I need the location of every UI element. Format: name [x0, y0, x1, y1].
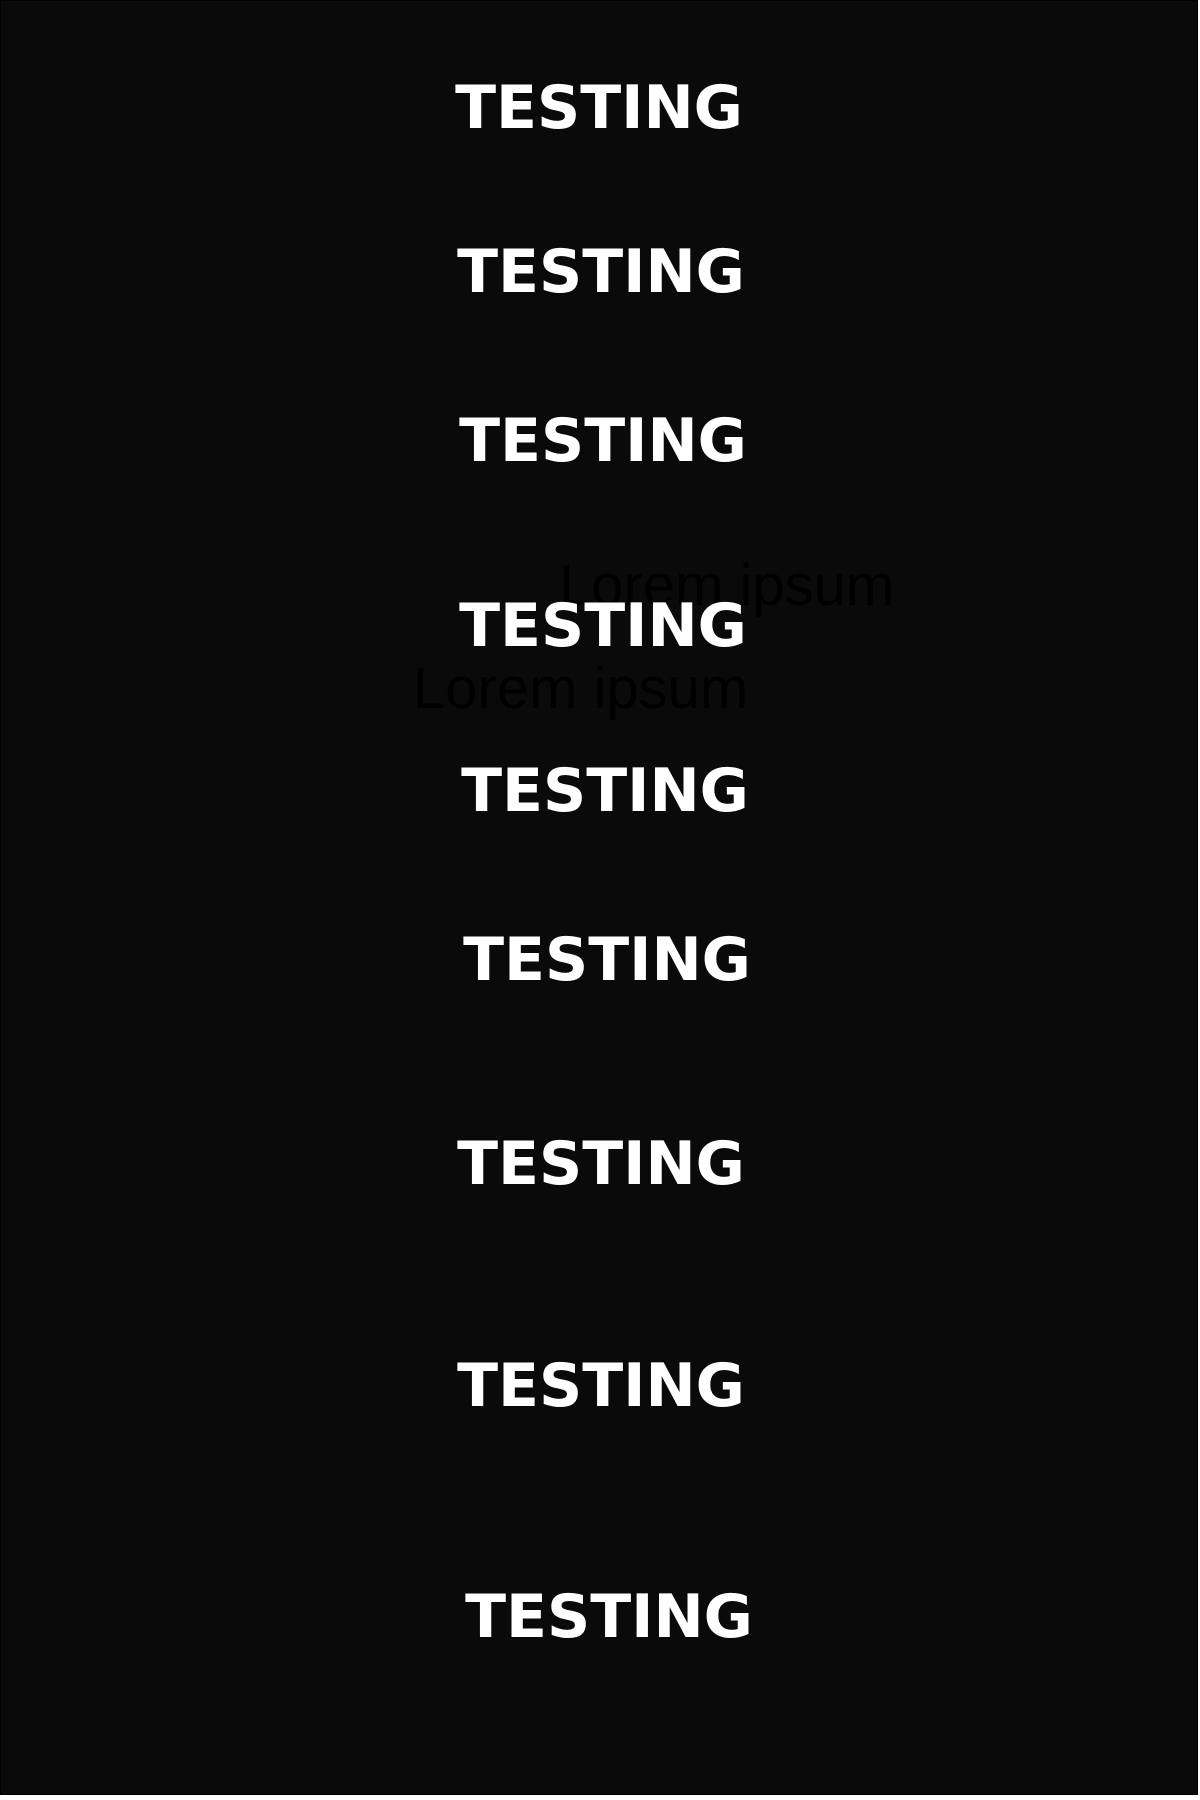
- testing-label-9: TESTING: [465, 1582, 753, 1652]
- ghost-text-2: Lorem ipsum: [413, 656, 749, 721]
- testing-label-3: TESTING: [459, 406, 747, 476]
- testing-label-8: TESTING: [457, 1351, 745, 1421]
- testing-label-2: TESTING: [457, 237, 745, 307]
- testing-label-5: TESTING: [461, 756, 749, 826]
- testing-label-6: TESTING: [463, 925, 751, 995]
- testing-label-4: TESTING: [459, 591, 747, 661]
- testing-label-1: TESTING: [455, 73, 743, 143]
- canvas-screen: Lorem ipsum Lorem ipsum TESTING TESTING …: [0, 0, 1198, 1795]
- testing-label-7: TESTING: [457, 1129, 745, 1199]
